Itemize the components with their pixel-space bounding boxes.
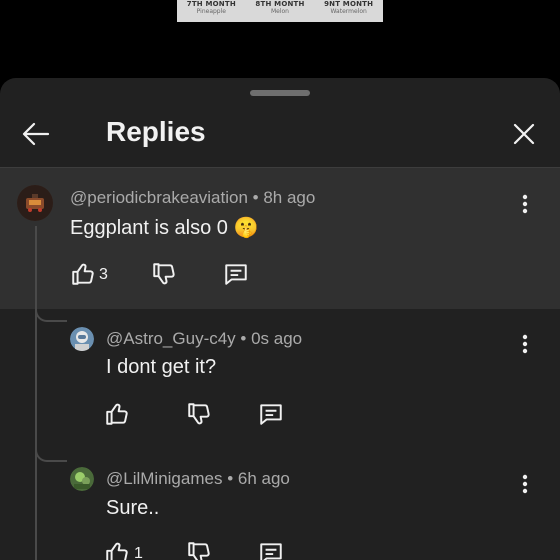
fruit-text: Pineapple bbox=[196, 8, 226, 15]
more-options-button[interactable] bbox=[513, 332, 537, 356]
reply-button[interactable] bbox=[256, 399, 286, 429]
comment-icon bbox=[260, 404, 282, 425]
back-button[interactable] bbox=[16, 114, 56, 154]
comment-meta: @Astro_Guy-c4y • 0s ago bbox=[106, 329, 302, 349]
like-count: 1 bbox=[134, 545, 143, 560]
thumbs-down-icon bbox=[188, 542, 210, 560]
comment-time: 0s ago bbox=[251, 329, 303, 348]
dislike-button[interactable] bbox=[149, 259, 179, 289]
month-text: 7TH MONTH bbox=[186, 0, 236, 8]
thread-line bbox=[35, 226, 37, 560]
avatar[interactable] bbox=[17, 185, 53, 221]
comment-icon bbox=[260, 543, 282, 560]
meta-separator: • bbox=[247, 188, 264, 207]
thumbs-down-icon bbox=[188, 403, 210, 425]
thumbs-down-icon bbox=[153, 263, 175, 285]
comment-meta: @periodicbrakeaviation • 8h ago bbox=[70, 188, 315, 208]
author-name[interactable]: @Astro_Guy-c4y bbox=[106, 329, 236, 348]
thumbs-up-icon bbox=[106, 542, 128, 560]
more-vert-icon bbox=[522, 194, 528, 214]
more-vert-icon bbox=[522, 334, 528, 354]
author-name[interactable]: @LilMinigames bbox=[106, 469, 222, 488]
fruit-text: Melon bbox=[270, 8, 289, 15]
close-button[interactable] bbox=[504, 114, 544, 154]
avatar-image bbox=[17, 185, 53, 221]
background-video-strip: 7TH MONTH Pineapple 8TH MONTH Melon 9NT … bbox=[177, 0, 383, 22]
author-name[interactable]: @periodicbrakeaviation bbox=[70, 188, 248, 207]
dislike-button[interactable] bbox=[184, 399, 214, 429]
comment-text: Eggplant is also 0 🤫 bbox=[70, 217, 259, 239]
comment-time: 6h ago bbox=[237, 469, 290, 488]
avatar[interactable] bbox=[70, 327, 94, 351]
meta-separator: • bbox=[222, 469, 238, 488]
thumbs-up-icon bbox=[72, 263, 94, 285]
avatar-image bbox=[70, 467, 94, 491]
month-label: 7TH MONTH Pineapple bbox=[187, 1, 236, 15]
month-label: 8TH MONTH Melon bbox=[255, 1, 304, 15]
page-title: Replies bbox=[106, 116, 206, 147]
comment-icon bbox=[225, 264, 247, 285]
reply-button[interactable] bbox=[256, 538, 286, 560]
fruit-text: Watermelon bbox=[330, 8, 367, 15]
sheet-header: Replies bbox=[0, 98, 560, 166]
comment-text: Sure.. bbox=[106, 497, 160, 519]
like-button[interactable] bbox=[102, 538, 132, 560]
drag-handle[interactable] bbox=[250, 90, 310, 96]
reply-button[interactable] bbox=[221, 259, 251, 289]
comment-time: 8h ago bbox=[263, 188, 316, 207]
like-button[interactable] bbox=[102, 399, 132, 429]
close-icon bbox=[513, 123, 535, 145]
dislike-button[interactable] bbox=[184, 538, 214, 560]
arrow-left-icon bbox=[22, 122, 50, 146]
comment-meta: @LilMinigames • 6h ago bbox=[106, 469, 290, 489]
like-button[interactable] bbox=[68, 259, 98, 289]
thread-branch bbox=[35, 442, 67, 462]
more-vert-icon bbox=[522, 474, 528, 494]
avatar-image bbox=[70, 327, 94, 351]
comment-text: I dont get it? bbox=[106, 356, 217, 378]
thumbs-up-icon bbox=[106, 403, 128, 425]
like-count: 3 bbox=[99, 266, 108, 283]
more-options-button[interactable] bbox=[513, 192, 537, 216]
replies-sheet: Replies @periodicbrakeaviation • 8h ago … bbox=[0, 78, 560, 560]
month-text: 8TH MONTH bbox=[255, 0, 305, 8]
thread-branch bbox=[35, 302, 67, 322]
avatar[interactable] bbox=[70, 467, 94, 491]
meta-separator: • bbox=[235, 329, 252, 348]
month-text: 9NT MONTH bbox=[324, 0, 374, 8]
more-options-button[interactable] bbox=[513, 472, 537, 496]
month-label: 9NT MONTH Watermelon bbox=[324, 1, 373, 15]
